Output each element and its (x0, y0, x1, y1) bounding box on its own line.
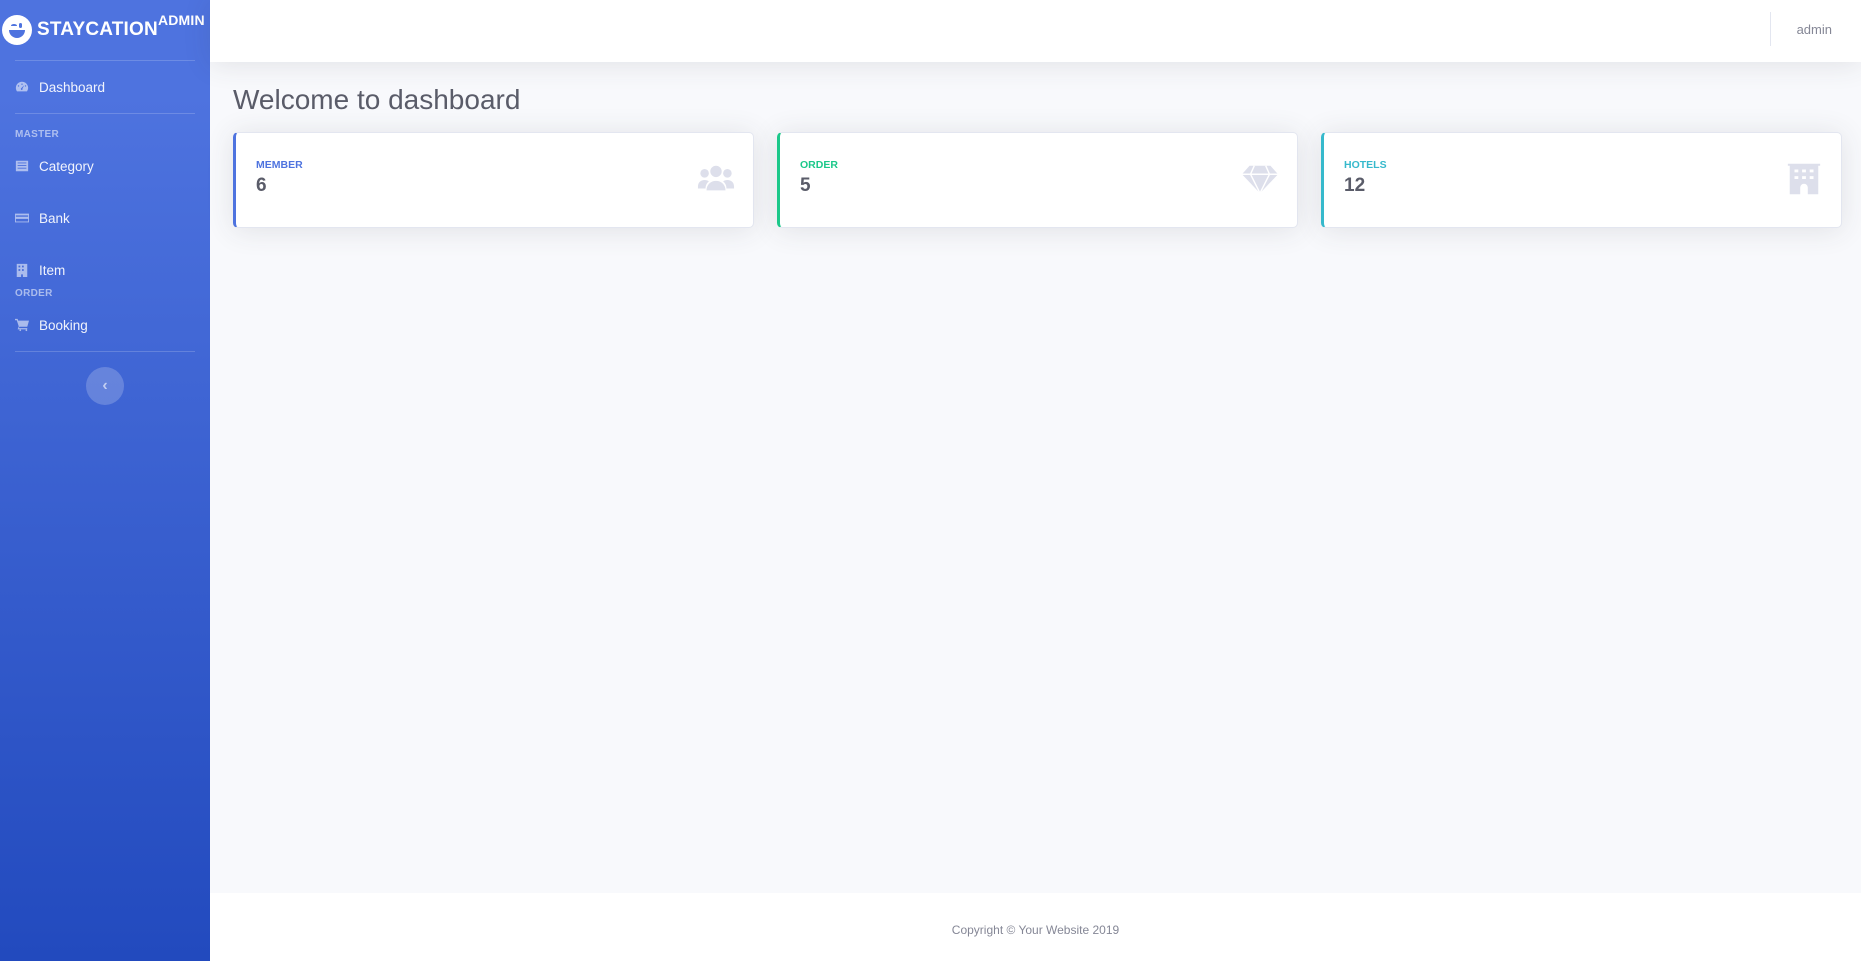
page-title: Welcome to dashboard (233, 84, 521, 115)
sidebar-toggle-button[interactable]: ‹ (86, 367, 124, 405)
hotels-card: Hotels 12 (1321, 132, 1842, 228)
order-card: Order 5 (777, 132, 1298, 228)
brand-text: Staycation Admin (37, 12, 205, 41)
brand-link[interactable]: Staycation Admin (0, 0, 210, 60)
sidebar-item-category[interactable]: Category (0, 140, 210, 192)
main-content: Welcome to dashboard Member 6 Order 5 Ho… (233, 62, 1842, 228)
topbar: admin (210, 0, 1861, 62)
list-icon (15, 159, 29, 173)
sidebar-item-booking[interactable]: Booking (0, 299, 210, 351)
chevron-left-icon: ‹ (102, 377, 108, 394)
footer: Copyright © Your Website 2019 (210, 893, 1861, 961)
card-value: 6 (256, 175, 267, 196)
credit-card-icon (15, 211, 29, 225)
copyright-text: Copyright © Your Website 2019 (951, 923, 1120, 937)
brand-suffix: Admin (157, 12, 205, 28)
sidebar-item-label: Booking (39, 317, 88, 333)
users-icon (697, 163, 735, 195)
member-card: Member 6 (233, 132, 754, 228)
topbar-divider (1770, 12, 1771, 46)
dashboard-gauge-icon (15, 80, 29, 94)
card-label: Hotels (1344, 159, 1387, 171)
card-value: 12 (1344, 175, 1366, 196)
card-label: Member (256, 159, 303, 171)
brand-name: Staycation (37, 19, 158, 40)
sidebar-item-label: Bank (39, 210, 70, 226)
sidebar-divider (15, 351, 195, 352)
sidebar-heading-order: Order (15, 288, 53, 299)
sidebar-item-label: Dashboard (39, 79, 106, 95)
gem-icon (1241, 163, 1279, 195)
card-value: 5 (800, 175, 811, 196)
sidebar-item-dashboard[interactable]: Dashboard (0, 61, 210, 113)
user-menu[interactable]: admin (1797, 22, 1832, 37)
sidebar-item-label: Category (39, 158, 94, 174)
building-icon (15, 263, 29, 277)
sidebar-item-label: Item (39, 262, 66, 278)
card-label: Order (800, 159, 838, 171)
sidebar-divider (15, 113, 195, 114)
sidebar-item-bank[interactable]: Bank (0, 192, 210, 244)
sidebar-heading-master: Master (15, 129, 60, 140)
brand-logo-icon (2, 15, 32, 45)
cart-icon (15, 318, 29, 332)
stat-cards: Member 6 Order 5 Hotels 12 (233, 132, 1842, 228)
hotel-building-icon (1785, 163, 1823, 195)
sidebar: Staycation Admin Dashboard Master Categor… (0, 0, 210, 961)
